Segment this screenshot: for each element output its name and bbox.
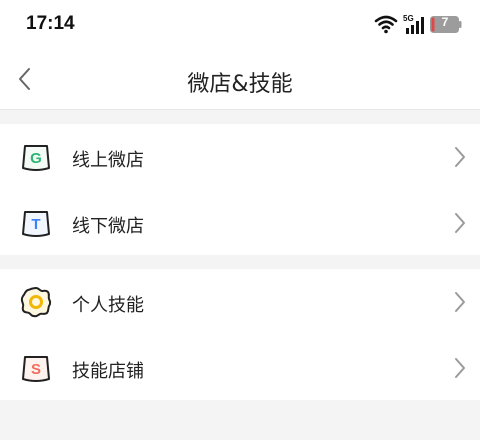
personal-skill-icon	[20, 287, 52, 318]
online-shop-letter: G	[30, 150, 42, 167]
chevron-right-icon	[455, 213, 465, 233]
list-item-label: 个人技能	[72, 295, 144, 316]
online-shop-icon: G	[22, 145, 50, 171]
status-bar: 17:14 5G 7	[0, 0, 480, 48]
network-type-label: 5G	[403, 14, 414, 23]
list-item-label: 线下微店	[72, 216, 144, 237]
nav-bar: 微店&技能	[0, 48, 480, 110]
chevron-right-icon	[455, 292, 465, 312]
wifi-icon	[374, 15, 398, 34]
list-item-personal-skill[interactable]: 个人技能	[0, 269, 480, 334]
shop-group: G 线上微店 T 线下微店	[0, 124, 480, 255]
skill-shop-icon: S	[22, 356, 50, 382]
offline-shop-icon: T	[22, 211, 50, 237]
status-time: 17:14	[26, 13, 75, 34]
list-item-label: 线上微店	[72, 150, 144, 171]
offline-shop-letter: T	[31, 216, 40, 233]
list-item-offline-shop[interactable]: T 线下微店	[0, 190, 480, 255]
chevron-right-icon	[455, 358, 465, 378]
battery-level: 7	[441, 15, 449, 29]
list-item-online-shop[interactable]: G 线上微店	[0, 124, 480, 189]
list-item-label: 技能店铺	[72, 361, 144, 382]
signal-icon: 5G	[403, 14, 424, 34]
page-title: 微店&技能	[187, 72, 293, 97]
list-item-skill-shop[interactable]: S 技能店铺	[0, 335, 480, 400]
skill-shop-letter: S	[31, 361, 41, 378]
chevron-right-icon	[455, 147, 465, 167]
skill-group: 个人技能 S 技能店铺	[0, 269, 480, 400]
